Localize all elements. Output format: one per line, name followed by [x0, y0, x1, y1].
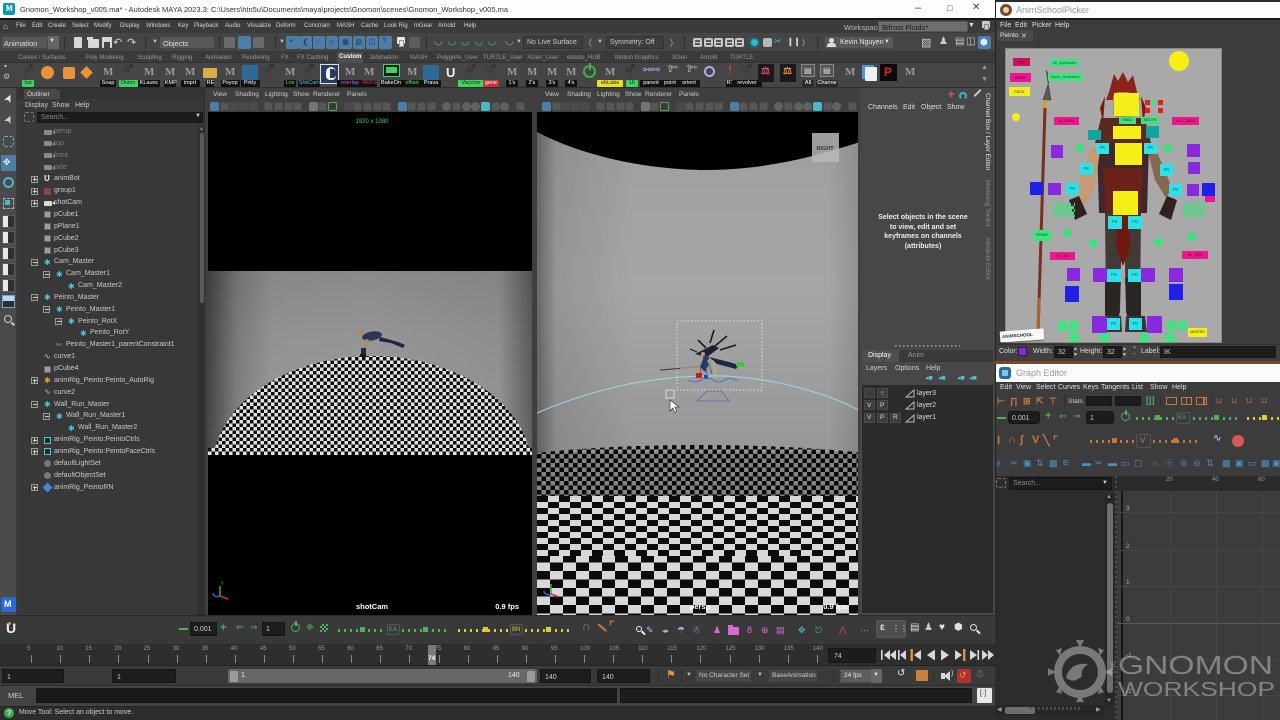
svg-text:0.9 fps: 0.9 fps: [495, 602, 519, 611]
svg-text:0.9 fps: 0.9 fps: [823, 602, 847, 611]
svg-text:persp: persp: [690, 602, 711, 611]
svg-text:RIGHT: RIGHT: [816, 146, 834, 152]
svg-text:GNOMON: GNOMON: [1118, 650, 1273, 680]
svg-text:WORKSHOP: WORKSHOP: [1118, 679, 1275, 701]
svg-text:1920 x 1080: 1920 x 1080: [355, 119, 389, 125]
svg-text:shotCam: shotCam: [356, 602, 388, 611]
svg-text:THE: THE: [1110, 660, 1117, 674]
